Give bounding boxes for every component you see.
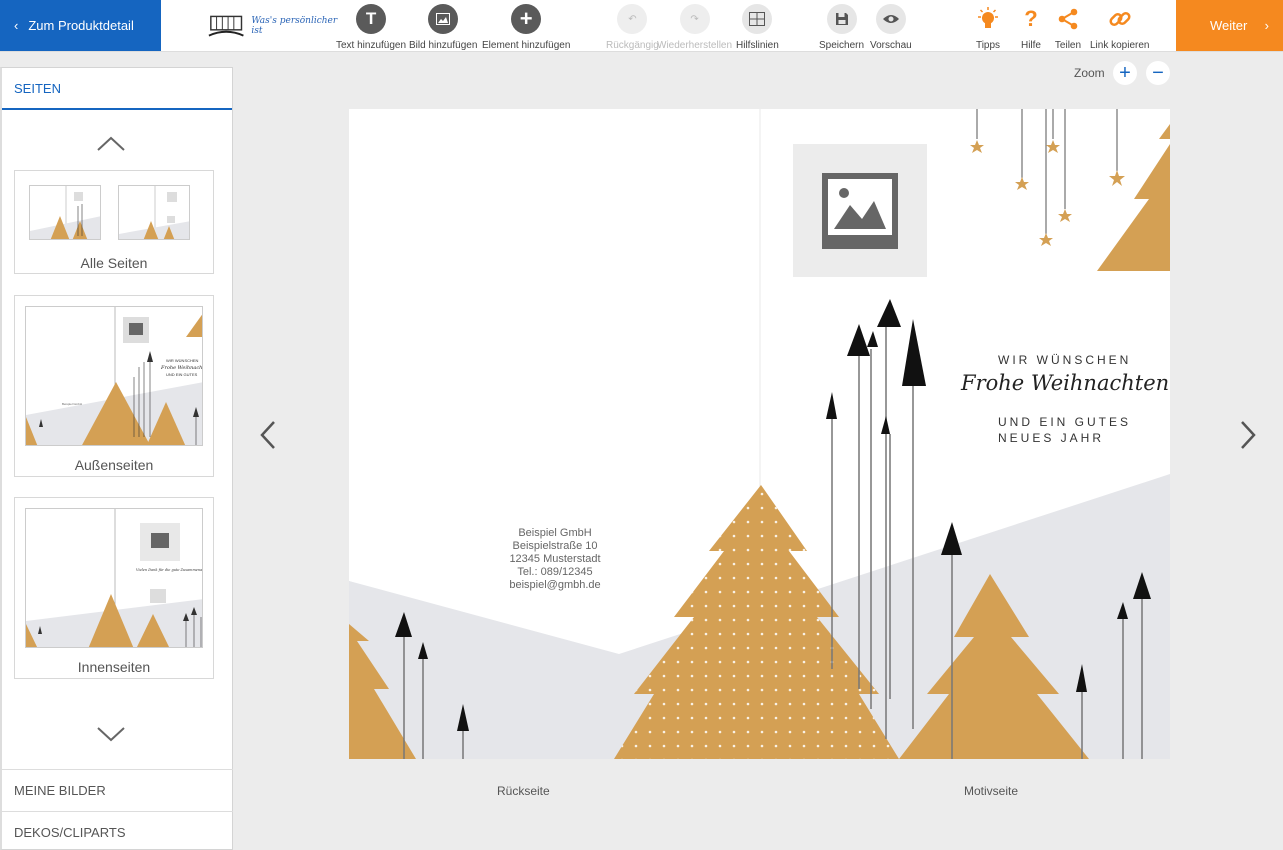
company-email: beispiel@gmbh.de — [509, 579, 601, 591]
help-label: Hilfe — [1020, 40, 1041, 51]
eye-icon — [875, 4, 906, 34]
thumb-inside-pages[interactable]: Vielen Dank für die gute Zusammenarbeit!… — [14, 497, 214, 679]
thumb-outside-label: Außenseiten — [74, 457, 154, 473]
svg-text:Vielen Dank für die gute Zusam: Vielen Dank für die gute Zusammenarbeit! — [136, 568, 203, 572]
undo-label: Rückgängig — [606, 40, 659, 51]
plus-icon: + — [511, 4, 542, 34]
add-element-tool[interactable]: + Element hinzufügen — [482, 4, 570, 51]
thumb-outside-pages[interactable]: WIR WÜNSCHEN Frohe WeihnachtenUND EIN GUT… — [14, 295, 214, 477]
question-mark-icon: ? — [1024, 6, 1038, 31]
preview-label: Vorschau — [870, 40, 912, 51]
thumb-inside-label: Innenseiten — [77, 659, 151, 675]
scroll-down-button[interactable] — [95, 724, 127, 744]
undo-icon: ↶ — [617, 4, 648, 34]
grid-icon — [742, 4, 773, 34]
copy-link-label: Link kopieren — [1090, 40, 1150, 51]
back-page-label: Rückseite — [497, 784, 550, 798]
thumb-all-label: Alle Seiten — [80, 255, 148, 271]
tips-label: Tipps — [975, 40, 1001, 51]
next-button-label: Weiter — [1210, 18, 1248, 33]
top-toolbar: ‹ Zum Produktdetail Was's persönlicher i… — [0, 0, 1283, 52]
lightbulb-icon — [973, 4, 1003, 34]
greeting-line-bottom[interactable]: UND EIN GUTES NEUES JAHR — [998, 414, 1131, 446]
mini-page-inside — [118, 185, 190, 240]
decos-cliparts-section[interactable]: DEKOS/CLIPARTS — [2, 811, 233, 850]
save-label: Speichern — [819, 40, 865, 51]
svg-text:UND EIN GUTES: UND EIN GUTES — [166, 372, 198, 377]
zoom-label: Zoom — [1074, 66, 1105, 80]
add-element-label: Element hinzufügen — [482, 40, 571, 51]
greeting-bottom-1: UND EIN GUTES — [998, 415, 1132, 429]
thumb-all-pages[interactable]: Alle Seiten — [14, 170, 214, 274]
plus-icon: + — [1119, 61, 1131, 84]
my-images-section[interactable]: MEINE BILDER — [2, 769, 233, 811]
floppy-disk-icon — [826, 4, 857, 34]
mini-outside-spread: WIR WÜNSCHEN Frohe WeihnachtenUND EIN GUT… — [25, 306, 203, 446]
company-city: 12345 Musterstadt — [509, 553, 601, 565]
pages-sidebar: SEITEN Alle Seiten WIR WÜNSCHEN Frohe Wei… — [0, 67, 233, 850]
logo-tagline: Was's persönlicher ist — [251, 16, 338, 36]
design-canvas[interactable]: Beispiel GmbH Beispielstraße 10 12345 Mu… — [349, 109, 1170, 759]
svg-text:Frohe Weihnachten: Frohe Weihnachten — [160, 365, 203, 371]
scroll-up-button[interactable] — [95, 134, 127, 154]
chevron-right-icon: › — [1264, 18, 1269, 33]
save-tool[interactable]: Speichern — [819, 4, 864, 51]
redo-icon: ↷ — [679, 4, 710, 34]
tips-tool[interactable]: Tipps — [973, 4, 1003, 51]
company-address[interactable]: Beispiel GmbH Beispielstraße 10 12345 Mu… — [499, 527, 611, 592]
copy-link-tool[interactable]: Link kopieren — [1090, 4, 1149, 51]
svg-text:WIR WÜNSCHEN: WIR WÜNSCHEN — [166, 358, 199, 363]
zoom-out-button[interactable]: − — [1146, 61, 1170, 85]
add-text-label: Text hinzufügen — [336, 40, 407, 51]
add-image-tool[interactable]: Bild hinzufügen — [409, 4, 477, 51]
greeting-line-top[interactable]: WIR WÜNSCHEN — [998, 353, 1131, 367]
company-phone: Tel.: 089/12345 — [517, 566, 593, 578]
back-to-product-button[interactable]: ‹ Zum Produktdetail — [0, 0, 161, 51]
add-image-label: Bild hinzufügen — [409, 40, 478, 51]
company-street: Beispielstraße 10 — [512, 540, 598, 552]
redo-tool[interactable]: ↷ Wiederherstellen — [657, 4, 732, 51]
help-tool[interactable]: ? Hilfe — [1016, 4, 1046, 51]
link-icon — [1105, 4, 1135, 34]
image-icon — [822, 172, 898, 249]
chevron-left-icon — [260, 421, 275, 449]
mini-page-outside — [29, 185, 101, 240]
zoom-in-button[interactable]: + — [1113, 61, 1137, 85]
share-label: Teilen — [1054, 40, 1082, 51]
redo-label: Wiederherstellen — [657, 40, 733, 51]
pages-tab[interactable]: SEITEN — [2, 68, 232, 110]
greeting-bottom-2: NEUES JAHR — [998, 431, 1105, 445]
share-icon — [1053, 4, 1083, 34]
brand-logo[interactable]: Was's persönlicher ist — [207, 10, 347, 42]
text-icon: T — [356, 4, 387, 34]
greeting-script[interactable]: Frohe Weihnachten — [961, 371, 1169, 395]
add-text-tool[interactable]: T Text hinzufügen — [336, 4, 406, 51]
chevron-left-icon: ‹ — [14, 18, 19, 33]
chevron-right-icon — [1241, 421, 1256, 449]
company-name: Beispiel GmbH — [518, 527, 592, 539]
image-icon — [428, 4, 459, 34]
previous-page-button[interactable] — [258, 420, 284, 450]
next-page-button[interactable] — [1238, 420, 1264, 450]
minus-icon: − — [1152, 61, 1164, 84]
share-tool[interactable]: Teilen — [1053, 4, 1083, 51]
next-button[interactable]: Weiter › — [1176, 0, 1283, 51]
guides-tool[interactable]: Hilfslinien — [736, 4, 779, 51]
undo-tool[interactable]: ↶ Rückgängig — [606, 4, 659, 51]
chevron-up-icon — [97, 136, 125, 151]
image-placeholder[interactable] — [793, 144, 927, 277]
back-button-label: Zum Produktdetail — [28, 18, 134, 33]
front-page-label: Motivseite — [964, 784, 1019, 798]
logo-mark — [208, 15, 244, 37]
chevron-down-icon — [97, 727, 125, 742]
preview-tool[interactable]: Vorschau — [870, 4, 912, 51]
svg-text:Beispiel GmbH: Beispiel GmbH — [62, 402, 82, 406]
guides-label: Hilfslinien — [736, 40, 779, 51]
mini-inside-spread: Vielen Dank für die gute Zusammenarbeit! — [25, 508, 203, 648]
